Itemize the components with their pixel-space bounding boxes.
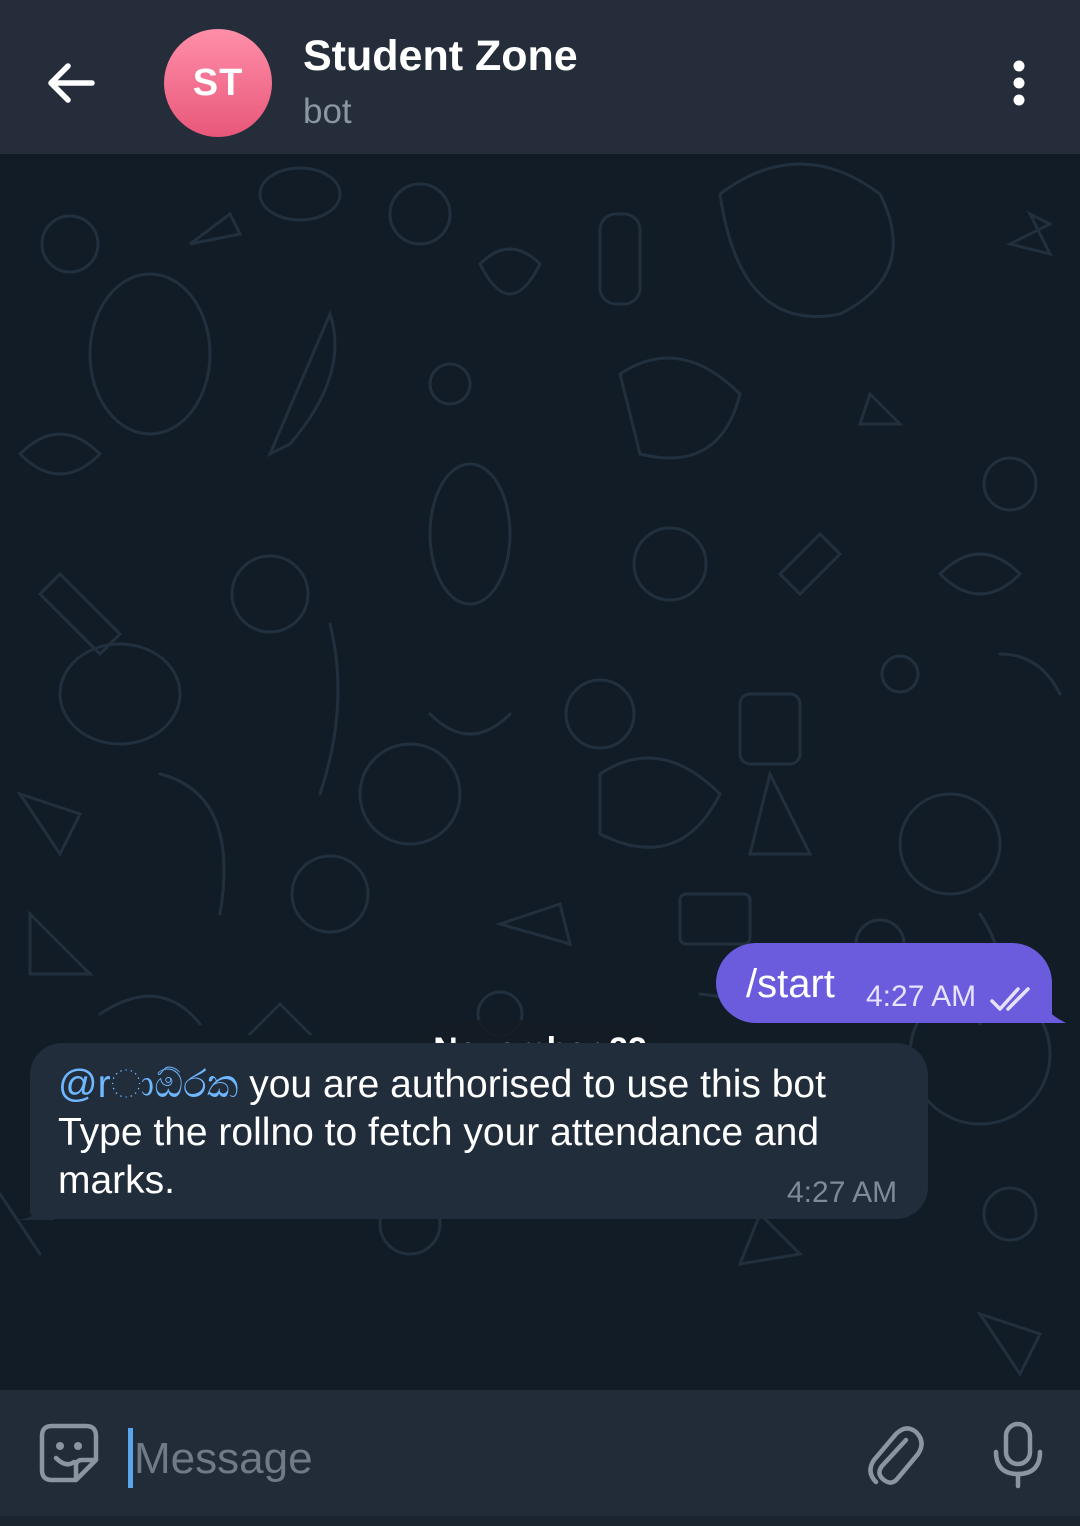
avatar[interactable]: ST (164, 29, 272, 137)
arrow-left-icon (48, 63, 95, 103)
chat-subtitle: bot (303, 92, 352, 131)
voice-message-button[interactable] (990, 1420, 1046, 1495)
more-vertical-icon (1013, 60, 1025, 106)
bubble-tail (1036, 985, 1066, 1023)
user-mention-link[interactable]: @rාඕරක (58, 1063, 238, 1106)
incoming-message-text: @rාඕරක you are authorised to use this bo… (58, 1063, 826, 1202)
outgoing-message-time: 4:27 AM (866, 980, 977, 1013)
navigation-bar-edge (0, 1516, 1080, 1526)
outgoing-message-text: /start (746, 962, 835, 1006)
more-options-button[interactable] (990, 52, 1048, 114)
emoji-button[interactable] (38, 1422, 100, 1489)
back-button[interactable] (36, 50, 106, 116)
double-check-icon (990, 987, 1030, 1011)
incoming-message-time: 4:27 AM (787, 1176, 898, 1209)
message-input[interactable] (132, 1426, 736, 1492)
chat-header: ST Student Zone bot (0, 0, 1080, 154)
chat-title[interactable]: Student Zone (303, 32, 578, 81)
attach-button[interactable] (866, 1420, 926, 1495)
microphone-icon (993, 1421, 1043, 1489)
paperclip-icon (868, 1426, 924, 1485)
sticker-smile-icon (39, 1423, 99, 1483)
